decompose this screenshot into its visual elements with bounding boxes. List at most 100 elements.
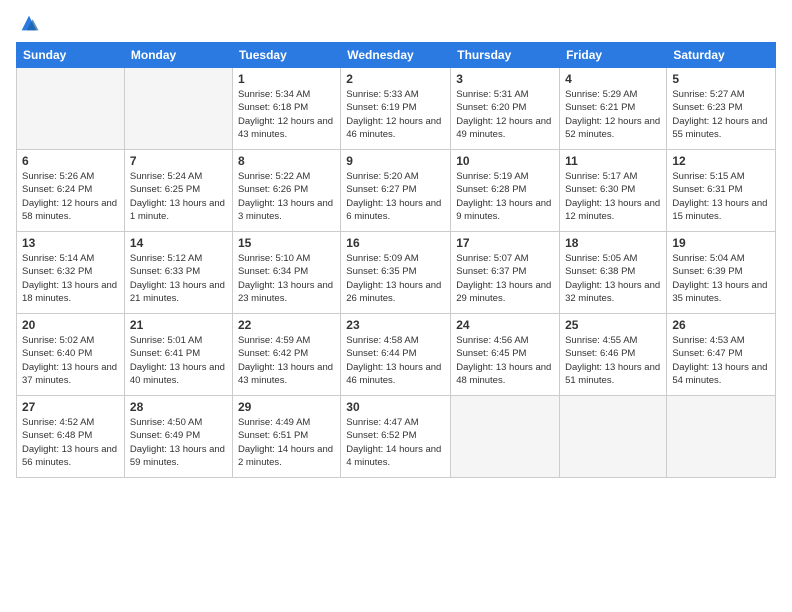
calendar-cell: 28 Sunrise: 4:50 AM Sunset: 6:49 PM Dayli…: [124, 396, 232, 478]
day-info: Sunrise: 5:24 AM Sunset: 6:25 PM Dayligh…: [130, 170, 227, 223]
logo-text-block: [16, 12, 40, 34]
day-info: Sunrise: 5:33 AM Sunset: 6:19 PM Dayligh…: [346, 88, 445, 141]
day-number: 9: [346, 154, 445, 168]
day-info: Sunrise: 5:34 AM Sunset: 6:18 PM Dayligh…: [238, 88, 335, 141]
calendar-cell: 13 Sunrise: 5:14 AM Sunset: 6:32 PM Dayli…: [17, 232, 125, 314]
calendar-cell: 12 Sunrise: 5:15 AM Sunset: 6:31 PM Dayli…: [667, 150, 776, 232]
day-info: Sunrise: 5:22 AM Sunset: 6:26 PM Dayligh…: [238, 170, 335, 223]
day-number: 10: [456, 154, 554, 168]
day-info: Sunrise: 5:26 AM Sunset: 6:24 PM Dayligh…: [22, 170, 119, 223]
calendar-cell: 21 Sunrise: 5:01 AM Sunset: 6:41 PM Dayli…: [124, 314, 232, 396]
page: SundayMondayTuesdayWednesdayThursdayFrid…: [0, 0, 792, 612]
calendar-cell: [667, 396, 776, 478]
day-info: Sunrise: 4:52 AM Sunset: 6:48 PM Dayligh…: [22, 416, 119, 469]
day-info: Sunrise: 5:14 AM Sunset: 6:32 PM Dayligh…: [22, 252, 119, 305]
day-number: 14: [130, 236, 227, 250]
day-number: 12: [672, 154, 770, 168]
day-number: 26: [672, 318, 770, 332]
logo: [16, 12, 40, 34]
calendar-cell: 5 Sunrise: 5:27 AM Sunset: 6:23 PM Daylig…: [667, 68, 776, 150]
day-number: 28: [130, 400, 227, 414]
calendar-cell: [124, 68, 232, 150]
calendar-cell: 4 Sunrise: 5:29 AM Sunset: 6:21 PM Daylig…: [560, 68, 667, 150]
day-number: 30: [346, 400, 445, 414]
day-number: 29: [238, 400, 335, 414]
calendar-day-header: Monday: [124, 43, 232, 68]
day-info: Sunrise: 5:12 AM Sunset: 6:33 PM Dayligh…: [130, 252, 227, 305]
day-info: Sunrise: 5:20 AM Sunset: 6:27 PM Dayligh…: [346, 170, 445, 223]
calendar-cell: 6 Sunrise: 5:26 AM Sunset: 6:24 PM Daylig…: [17, 150, 125, 232]
day-number: 8: [238, 154, 335, 168]
calendar-cell: 19Sunrise: 5:04 AM Sunset: 6:39 PM Dayli…: [667, 232, 776, 314]
calendar-cell: 2Sunrise: 5:33 AM Sunset: 6:19 PM Daylig…: [341, 68, 451, 150]
calendar-cell: 3Sunrise: 5:31 AM Sunset: 6:20 PM Daylig…: [451, 68, 560, 150]
day-number: 20: [22, 318, 119, 332]
calendar-day-header: Wednesday: [341, 43, 451, 68]
day-info: Sunrise: 4:47 AM Sunset: 6:52 PM Dayligh…: [346, 416, 445, 469]
day-info: Sunrise: 5:05 AM Sunset: 6:38 PM Dayligh…: [565, 252, 661, 305]
calendar-cell: 14 Sunrise: 5:12 AM Sunset: 6:33 PM Dayli…: [124, 232, 232, 314]
calendar-cell: 17 Sunrise: 5:07 AM Sunset: 6:37 PM Dayli…: [451, 232, 560, 314]
calendar-cell: 20 Sunrise: 5:02 AM Sunset: 6:40 PM Dayli…: [17, 314, 125, 396]
calendar-day-header: Tuesday: [232, 43, 340, 68]
calendar-cell: 8 Sunrise: 5:22 AM Sunset: 6:26 PM Daylig…: [232, 150, 340, 232]
day-number: 6: [22, 154, 119, 168]
day-number: 7: [130, 154, 227, 168]
calendar-header-row: SundayMondayTuesdayWednesdayThursdayFrid…: [17, 43, 776, 68]
day-number: 21: [130, 318, 227, 332]
calendar-table: SundayMondayTuesdayWednesdayThursdayFrid…: [16, 42, 776, 478]
day-info: Sunrise: 5:01 AM Sunset: 6:41 PM Dayligh…: [130, 334, 227, 387]
day-number: 25: [565, 318, 661, 332]
calendar-cell: 16 Sunrise: 5:09 AM Sunset: 6:35 PM Dayli…: [341, 232, 451, 314]
logo-icon: [18, 12, 40, 34]
calendar-cell: 7 Sunrise: 5:24 AM Sunset: 6:25 PM Daylig…: [124, 150, 232, 232]
calendar-cell: 11Sunrise: 5:17 AM Sunset: 6:30 PM Dayli…: [560, 150, 667, 232]
day-info: Sunrise: 4:50 AM Sunset: 6:49 PM Dayligh…: [130, 416, 227, 469]
day-number: 15: [238, 236, 335, 250]
calendar-cell: 29Sunrise: 4:49 AM Sunset: 6:51 PM Dayli…: [232, 396, 340, 478]
calendar-cell: 22 Sunrise: 4:59 AM Sunset: 6:42 PM Dayli…: [232, 314, 340, 396]
day-info: Sunrise: 5:02 AM Sunset: 6:40 PM Dayligh…: [22, 334, 119, 387]
day-number: 23: [346, 318, 445, 332]
calendar-cell: [451, 396, 560, 478]
day-number: 11: [565, 154, 661, 168]
calendar-day-header: Sunday: [17, 43, 125, 68]
day-number: 24: [456, 318, 554, 332]
day-info: Sunrise: 5:07 AM Sunset: 6:37 PM Dayligh…: [456, 252, 554, 305]
day-number: 5: [672, 72, 770, 86]
calendar-cell: 27 Sunrise: 4:52 AM Sunset: 6:48 PM Dayli…: [17, 396, 125, 478]
day-info: Sunrise: 5:15 AM Sunset: 6:31 PM Dayligh…: [672, 170, 770, 223]
day-info: Sunrise: 4:59 AM Sunset: 6:42 PM Dayligh…: [238, 334, 335, 387]
day-number: 4: [565, 72, 661, 86]
calendar-cell: 23 Sunrise: 4:58 AM Sunset: 6:44 PM Dayli…: [341, 314, 451, 396]
day-info: Sunrise: 4:58 AM Sunset: 6:44 PM Dayligh…: [346, 334, 445, 387]
day-number: 13: [22, 236, 119, 250]
day-number: 18: [565, 236, 661, 250]
day-info: Sunrise: 5:10 AM Sunset: 6:34 PM Dayligh…: [238, 252, 335, 305]
calendar-cell: 18 Sunrise: 5:05 AM Sunset: 6:38 PM Dayli…: [560, 232, 667, 314]
day-number: 22: [238, 318, 335, 332]
day-number: 27: [22, 400, 119, 414]
day-number: 16: [346, 236, 445, 250]
calendar-day-header: Thursday: [451, 43, 560, 68]
day-info: Sunrise: 5:27 AM Sunset: 6:23 PM Dayligh…: [672, 88, 770, 141]
calendar-day-header: Friday: [560, 43, 667, 68]
day-info: Sunrise: 4:53 AM Sunset: 6:47 PM Dayligh…: [672, 334, 770, 387]
header: [16, 12, 776, 34]
day-info: Sunrise: 5:29 AM Sunset: 6:21 PM Dayligh…: [565, 88, 661, 141]
calendar-week-row: 1 Sunrise: 5:34 AM Sunset: 6:18 PM Daylig…: [17, 68, 776, 150]
calendar-cell: 30 Sunrise: 4:47 AM Sunset: 6:52 PM Dayli…: [341, 396, 451, 478]
calendar-cell: [560, 396, 667, 478]
calendar-week-row: 6 Sunrise: 5:26 AM Sunset: 6:24 PM Daylig…: [17, 150, 776, 232]
calendar-cell: 15 Sunrise: 5:10 AM Sunset: 6:34 PM Dayli…: [232, 232, 340, 314]
day-info: Sunrise: 5:09 AM Sunset: 6:35 PM Dayligh…: [346, 252, 445, 305]
calendar-cell: 24Sunrise: 4:56 AM Sunset: 6:45 PM Dayli…: [451, 314, 560, 396]
calendar-day-header: Saturday: [667, 43, 776, 68]
day-info: Sunrise: 5:31 AM Sunset: 6:20 PM Dayligh…: [456, 88, 554, 141]
calendar-week-row: 20 Sunrise: 5:02 AM Sunset: 6:40 PM Dayli…: [17, 314, 776, 396]
day-number: 1: [238, 72, 335, 86]
calendar-cell: 9 Sunrise: 5:20 AM Sunset: 6:27 PM Daylig…: [341, 150, 451, 232]
day-number: 19: [672, 236, 770, 250]
calendar-cell: 25Sunrise: 4:55 AM Sunset: 6:46 PM Dayli…: [560, 314, 667, 396]
day-number: 17: [456, 236, 554, 250]
